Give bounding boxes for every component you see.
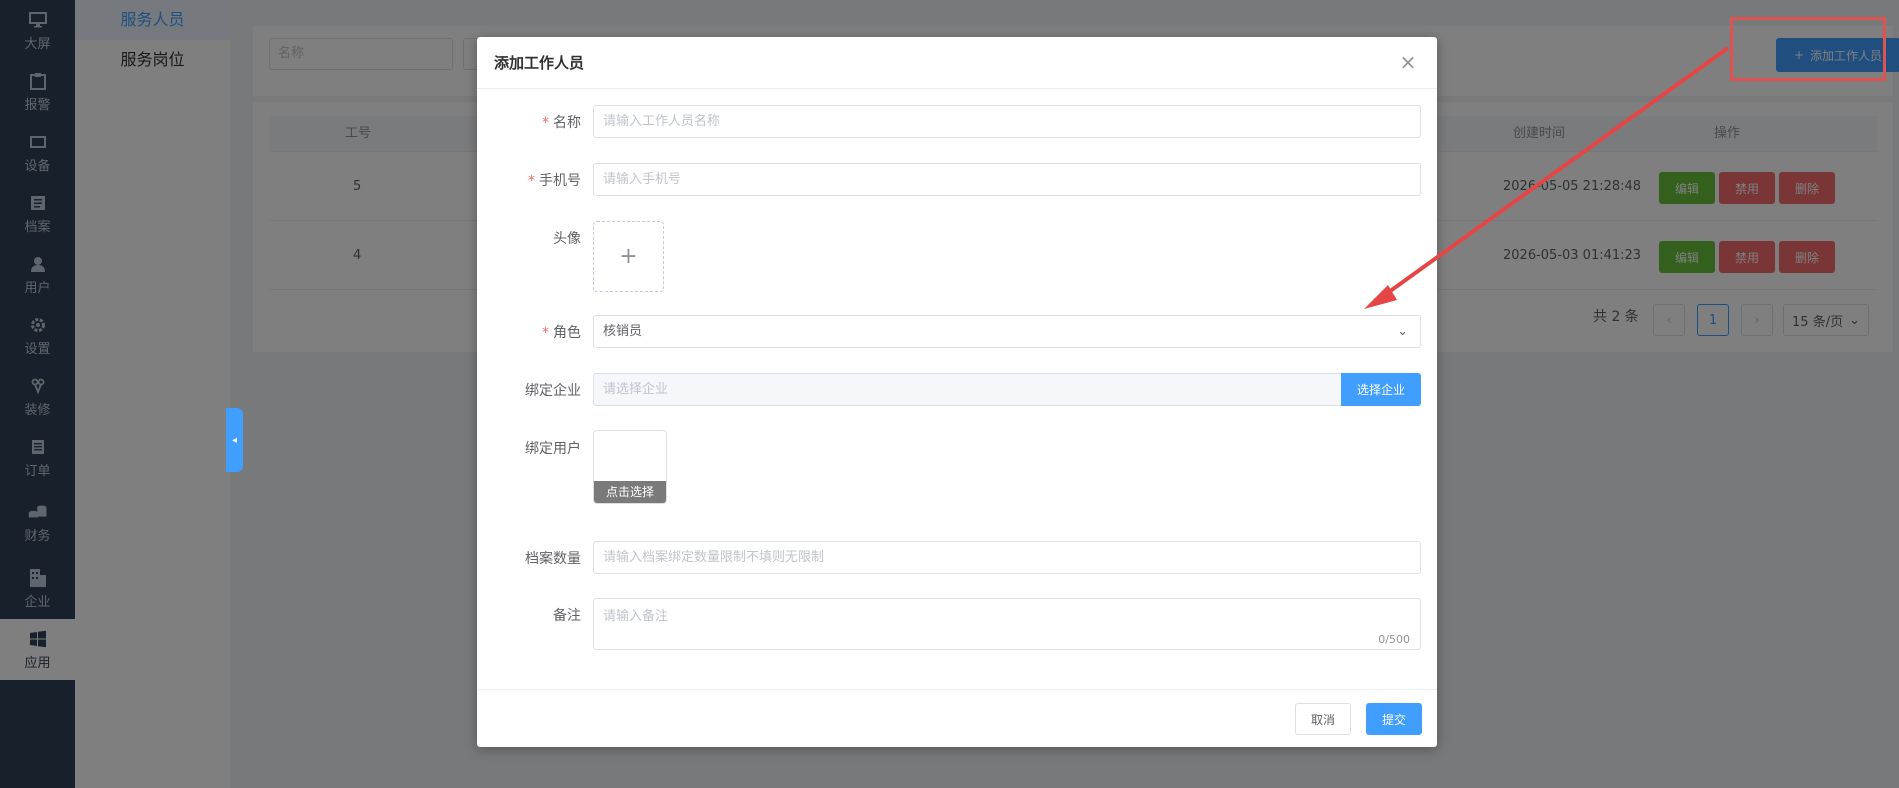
bind-user-picker[interactable]: 点击选择 xyxy=(593,430,667,504)
archive-count-label: 档案数量 xyxy=(525,551,581,567)
annotation-highlight-box xyxy=(1730,17,1886,81)
name-input[interactable]: 请输入工作人员名称 xyxy=(593,105,1421,138)
role-value: 核销员 xyxy=(603,324,643,339)
bind-user-label: 绑定用户 xyxy=(525,441,581,457)
remark-label: 备注 xyxy=(553,608,581,624)
choose-enterprise-button[interactable]: 选择企业 xyxy=(1341,373,1421,406)
chevron-down-icon: ⌄ xyxy=(1397,324,1408,339)
role-select[interactable]: 核销员 ⌄ xyxy=(593,315,1421,348)
cancel-button[interactable]: 取消 xyxy=(1295,703,1351,735)
avatar-label: 头像 xyxy=(553,231,581,247)
avatar-upload[interactable]: + xyxy=(593,221,664,292)
close-icon[interactable]: × xyxy=(1399,52,1417,72)
sidebar-collapse-toggle[interactable]: ◂ xyxy=(226,408,243,472)
name-label: * 名称 xyxy=(542,115,581,131)
enterprise-label: 绑定企业 xyxy=(525,383,581,399)
remark-counter: 0/500 xyxy=(1378,633,1410,646)
remark-placeholder: 请输入备注 xyxy=(603,609,669,624)
dialog-title: 添加工作人员 xyxy=(494,54,585,72)
submit-button[interactable]: 提交 xyxy=(1366,703,1422,735)
phone-input[interactable]: 请输入手机号 xyxy=(593,163,1421,196)
add-staff-dialog: 添加工作人员 × * 名称 请输入工作人员名称 * 手机号 请输入手机号 头像 + … xyxy=(477,37,1437,747)
dialog-header: 添加工作人员 × xyxy=(477,37,1437,89)
role-label: * 角色 xyxy=(542,325,581,341)
plus-icon: + xyxy=(619,244,638,269)
archive-count-input[interactable]: 请输入档案绑定数量限制不填则无限制 xyxy=(593,541,1421,574)
enterprise-input: 请选择企业 xyxy=(593,373,1421,406)
remark-textarea[interactable]: 请输入备注 0/500 xyxy=(593,598,1421,650)
dialog-footer: 取消 提交 xyxy=(477,689,1437,747)
chevron-left-icon: ◂ xyxy=(231,434,238,446)
pick-user-caption: 点击选择 xyxy=(594,481,666,503)
phone-label: * 手机号 xyxy=(528,173,581,189)
